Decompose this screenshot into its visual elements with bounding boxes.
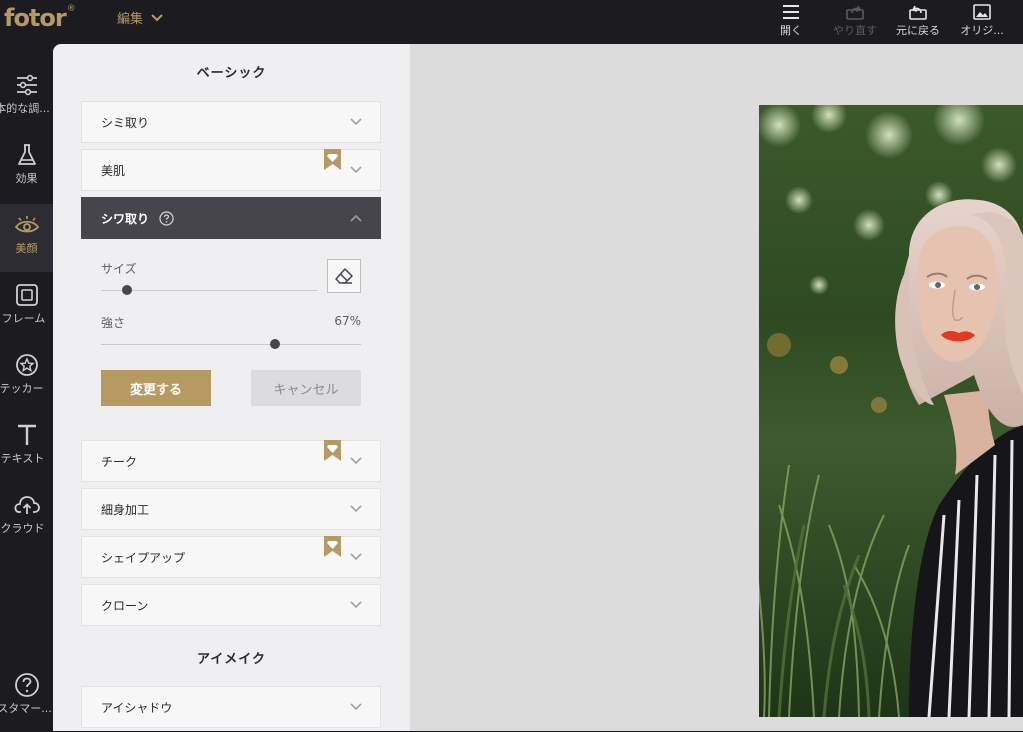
size-slider-track[interactable] [101, 290, 317, 291]
row-blemish[interactable]: シミ取り [81, 101, 381, 143]
chevron-down-icon [151, 13, 163, 21]
cancel-button[interactable]: キャンセル [251, 370, 361, 406]
redo-label: やり直す [833, 24, 877, 37]
undo-label: 元に戻る [896, 24, 940, 37]
chevron-down-icon [350, 553, 362, 561]
row-label-reshape: シェイプアップ [101, 550, 186, 565]
rail-label-cloud: クラウド [0, 522, 45, 535]
redo-button[interactable]: やり直す [825, 2, 885, 40]
open-button[interactable]: 開く [761, 2, 821, 40]
eraser-button[interactable] [327, 259, 361, 293]
strength-value: 67% [334, 314, 361, 328]
chevron-down-icon [350, 505, 362, 513]
frame-icon [15, 282, 39, 308]
chevron-up-icon [350, 214, 362, 222]
rail-item-beauty[interactable]: 美顔 [0, 204, 53, 272]
row-skin[interactable]: 美肌 [81, 149, 381, 191]
text-icon [16, 422, 38, 448]
edit-menu-label: 編集 [117, 12, 144, 27]
row-reshape[interactable]: シェイプアップ [81, 536, 381, 578]
row-label-slim: 細身加工 [101, 502, 150, 517]
row-label-skin: 美肌 [101, 163, 126, 178]
apply-button[interactable]: 変更する [101, 370, 211, 406]
row-label-eyeshadow: アイシャドウ [101, 700, 173, 715]
row-label-wrinkle: シワ取り [101, 211, 150, 226]
row-eyeshadow[interactable]: アイシャドウ [81, 686, 381, 728]
rail-item-stickers[interactable]: テッカー [0, 344, 53, 412]
redo-icon [844, 2, 866, 22]
rail-label-text: テキスト [0, 452, 45, 465]
fotor-logo[interactable]: fotor ® [4, 4, 76, 34]
logo-registered-mark: ® [66, 4, 76, 14]
chevron-down-icon [350, 166, 362, 174]
photo-portrait[interactable] [759, 105, 1023, 717]
rail-label-effects: 効果 [15, 172, 38, 185]
rail-item-basic-adjust[interactable]: 本的な調... [0, 64, 53, 132]
original-label: オリジ... [960, 24, 1004, 37]
beauty-panel: ベーシック シミ取り 美肌 シワ取り サイズ 強さ 67% 変更する キャンセル… [53, 44, 410, 731]
rail-label-support: スタマー... [0, 702, 52, 715]
row-label-clone: クローン [101, 598, 149, 613]
row-label-blemish: シミ取り [101, 115, 150, 130]
eye-icon [13, 212, 41, 238]
portrait-image [759, 105, 1023, 717]
question-circle-icon[interactable] [159, 210, 174, 226]
row-slim[interactable]: 細身加工 [81, 488, 381, 530]
chevron-down-icon [350, 457, 362, 465]
size-slider-thumb[interactable] [121, 285, 132, 295]
rail-item-cloud[interactable]: クラウド [0, 484, 53, 552]
section-title-eye-makeup: アイメイク [196, 652, 267, 667]
strength-slider-thumb[interactable] [270, 339, 281, 349]
row-clone[interactable]: クローン [81, 584, 381, 626]
image-icon [973, 2, 991, 22]
help-icon [14, 672, 40, 698]
rail-label-basic-adjust: 本的な調... [0, 102, 50, 115]
strength-slider-track[interactable] [101, 344, 361, 345]
rail-item-support[interactable]: スタマー... [0, 664, 53, 732]
row-wrinkle[interactable]: シワ取り [81, 197, 381, 239]
premium-badge-icon [324, 149, 341, 170]
chevron-down-icon [350, 703, 362, 711]
row-label-cheek: チーク [101, 454, 138, 469]
row-cheek[interactable]: チーク [81, 440, 381, 482]
chevron-down-icon [350, 118, 362, 126]
rail-item-frames[interactable]: フレーム [0, 274, 53, 342]
top-bar: fotor ® 編集 開く やり直す 元に戻る オリジ... [0, 0, 1023, 44]
edit-menu[interactable]: 編集 [117, 8, 163, 27]
chevron-down-icon [350, 601, 362, 609]
undo-button[interactable]: 元に戻る [888, 2, 948, 40]
left-rail: 本的な調... 効果 美顔 フレーム テッカー テキスト クラウド スタマー..… [0, 44, 53, 731]
section-title-basic: ベーシック [196, 66, 267, 81]
eraser-icon [335, 268, 353, 284]
flask-icon [16, 142, 38, 168]
open-label: 開く [780, 24, 802, 37]
premium-badge-icon [324, 536, 341, 557]
rail-label-frames: フレーム [1, 312, 46, 325]
rail-item-text[interactable]: テキスト [0, 414, 53, 482]
editing-canvas[interactable] [410, 44, 1023, 731]
strength-label: 強さ [101, 316, 126, 330]
cloud-upload-icon [13, 492, 40, 518]
rail-label-stickers: テッカー [0, 382, 44, 395]
size-label: サイズ [101, 262, 137, 276]
rail-label-beauty: 美顔 [15, 242, 38, 255]
undo-icon [907, 2, 929, 22]
logo-text: fotor [4, 4, 67, 32]
star-badge-icon [15, 352, 39, 378]
premium-badge-icon [324, 440, 341, 461]
original-button[interactable]: オリジ... [952, 2, 1012, 40]
rail-item-effects[interactable]: 効果 [0, 134, 53, 202]
sliders-icon [15, 72, 39, 98]
menu-icon [782, 2, 800, 22]
